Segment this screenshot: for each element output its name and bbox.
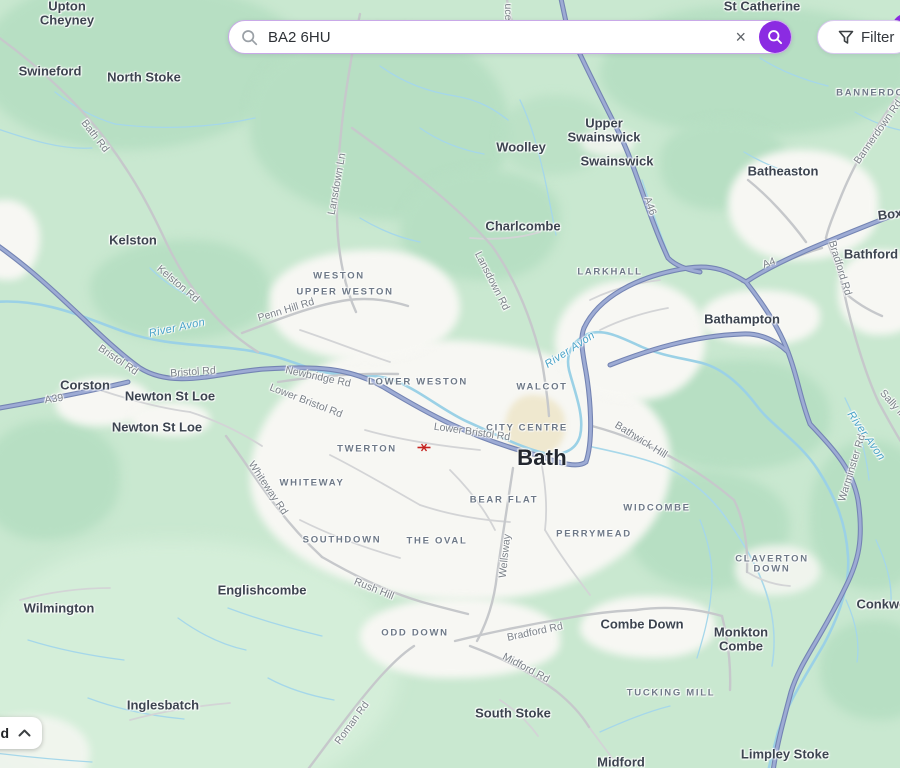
search-icon — [241, 29, 258, 46]
map-label-road: Lower Bristol Rd — [268, 382, 344, 421]
map-label-town: Corston — [60, 378, 110, 393]
map-label-road: Midford Rd — [501, 651, 552, 686]
map-labels: Upton Cheyney Swineford North Stoke St Cath… — [0, 0, 900, 768]
map-label-town: Batheaston — [748, 164, 819, 179]
map-label-town: Box — [877, 205, 900, 223]
map-label-road: Lansdown Rd — [472, 250, 512, 313]
map-label-town: Woolley — [496, 140, 546, 155]
map-label-road: Roman Rd — [332, 699, 371, 747]
map-label-road: Kelston Rd — [154, 263, 201, 305]
map-label-town: Swineford — [19, 64, 82, 79]
map-label-town: Midford — [597, 755, 645, 768]
filter-icon — [838, 30, 854, 45]
map-label-town: Conkwell — [856, 597, 900, 612]
map-label-town: Bathampton — [704, 312, 780, 327]
map-label-district: WALCOT — [516, 382, 567, 393]
map-label-road: Wellsway — [497, 533, 514, 578]
toggle-label: d — [0, 725, 9, 741]
clear-search-button[interactable]: × — [731, 26, 750, 48]
map-label-road: Bathwick Hill — [613, 419, 670, 461]
map-label-district: PERRYMEAD — [556, 529, 632, 540]
map-label-road: Bath Rd — [79, 117, 112, 154]
chevron-up-icon — [18, 729, 31, 737]
map-label-town: Swainswick — [581, 154, 654, 169]
map-label-town: Monkton Combe — [701, 626, 781, 655]
map-label-district: UPPER WESTON — [296, 287, 393, 298]
map-label-district: WESTON — [313, 271, 365, 282]
map-label-road: Whiteway Rd — [246, 459, 291, 517]
map-label-road: A46 — [641, 195, 659, 217]
map-label-road: A4 — [761, 255, 777, 271]
map-label-road: uce — [502, 4, 514, 21]
map-label-road: Penn Hill Rd — [256, 296, 315, 325]
map-label-road: Bannerdown Rd — [851, 98, 900, 167]
map-label-district: WHITEWAY — [280, 478, 345, 489]
map-label-road: Bristol Rd — [170, 364, 216, 379]
map-label-river: River Avon — [845, 409, 888, 463]
filter-label: Filter — [861, 29, 894, 46]
map-label-road: Newbridge Rd — [284, 364, 352, 390]
map-app: Upton Cheyney Swineford North Stoke St Cath… — [0, 0, 900, 768]
map-label-town: Newton St Loe — [112, 420, 202, 435]
map-label-town: Kelston — [109, 233, 157, 248]
map-label-district: TWERTON — [337, 444, 397, 455]
map-label-district: BANNERDOWN — [836, 88, 900, 99]
map-label-district: ODD DOWN — [381, 628, 448, 639]
search-input[interactable]: BA2 6HU — [268, 29, 731, 46]
map-label-district: TUCKING MILL — [627, 688, 715, 699]
map-label-town: Upper Swainswick — [561, 117, 647, 146]
map-label-town: South Stoke — [475, 706, 551, 721]
search-bar[interactable]: BA2 6HU × — [228, 20, 792, 54]
map-label-district: BEAR FLAT — [470, 495, 538, 506]
map-label-road: Sally in — [877, 387, 900, 420]
map-label-district: SOUTHDOWN — [303, 535, 382, 546]
map-label-river: River Avon — [148, 316, 206, 340]
map-label-road: Bristol Rd — [96, 342, 140, 377]
search-submit-button[interactable] — [759, 21, 791, 53]
map-label-district: CITY CENTRE — [486, 423, 568, 434]
search-submit-icon — [767, 29, 783, 45]
map-label-town: North Stoke — [107, 70, 181, 85]
map-label-district: WIDCOMBE — [623, 503, 690, 514]
map-label-district: CLAVERTON DOWN — [725, 555, 820, 576]
map-label-town: Wilmington — [24, 601, 95, 616]
map-label-district: LARKHALL — [577, 267, 642, 278]
map-label-road: Lower Bristol Rd — [433, 421, 511, 444]
map-label-district: THE OVAL — [407, 536, 468, 547]
map-label-road: Warminster Rd — [836, 433, 868, 503]
map-label-river: River Avon — [543, 329, 598, 370]
map-list-toggle-button[interactable]: d — [0, 717, 42, 749]
map-label-town: Upton Cheyney — [30, 0, 104, 28]
map-label-road: Rush Hill — [352, 576, 395, 603]
map-label-road: A39 — [44, 392, 64, 406]
map-label-road: Lansdown Ln — [326, 152, 349, 216]
map-label-town: Newton St Loe — [125, 389, 215, 404]
map-label-road: Bradford Rd — [826, 239, 854, 297]
map-label-road: Bradford Rd — [506, 620, 564, 644]
map-label-town: Englishcombe — [218, 583, 307, 598]
map-label-city: Bath — [517, 445, 567, 471]
map-label-town: Charlcombe — [485, 219, 560, 234]
map-label-town: Limpley Stoke — [741, 747, 829, 762]
map-label-town: St Catherine — [724, 0, 801, 14]
map-label-town: Bathford — [844, 247, 898, 262]
map-label-town: Inglesbatch — [127, 698, 199, 713]
map-label-town: Combe Down — [600, 617, 683, 632]
map-label-district: LOWER WESTON — [368, 377, 468, 388]
filter-button[interactable]: Filter — [817, 20, 900, 54]
